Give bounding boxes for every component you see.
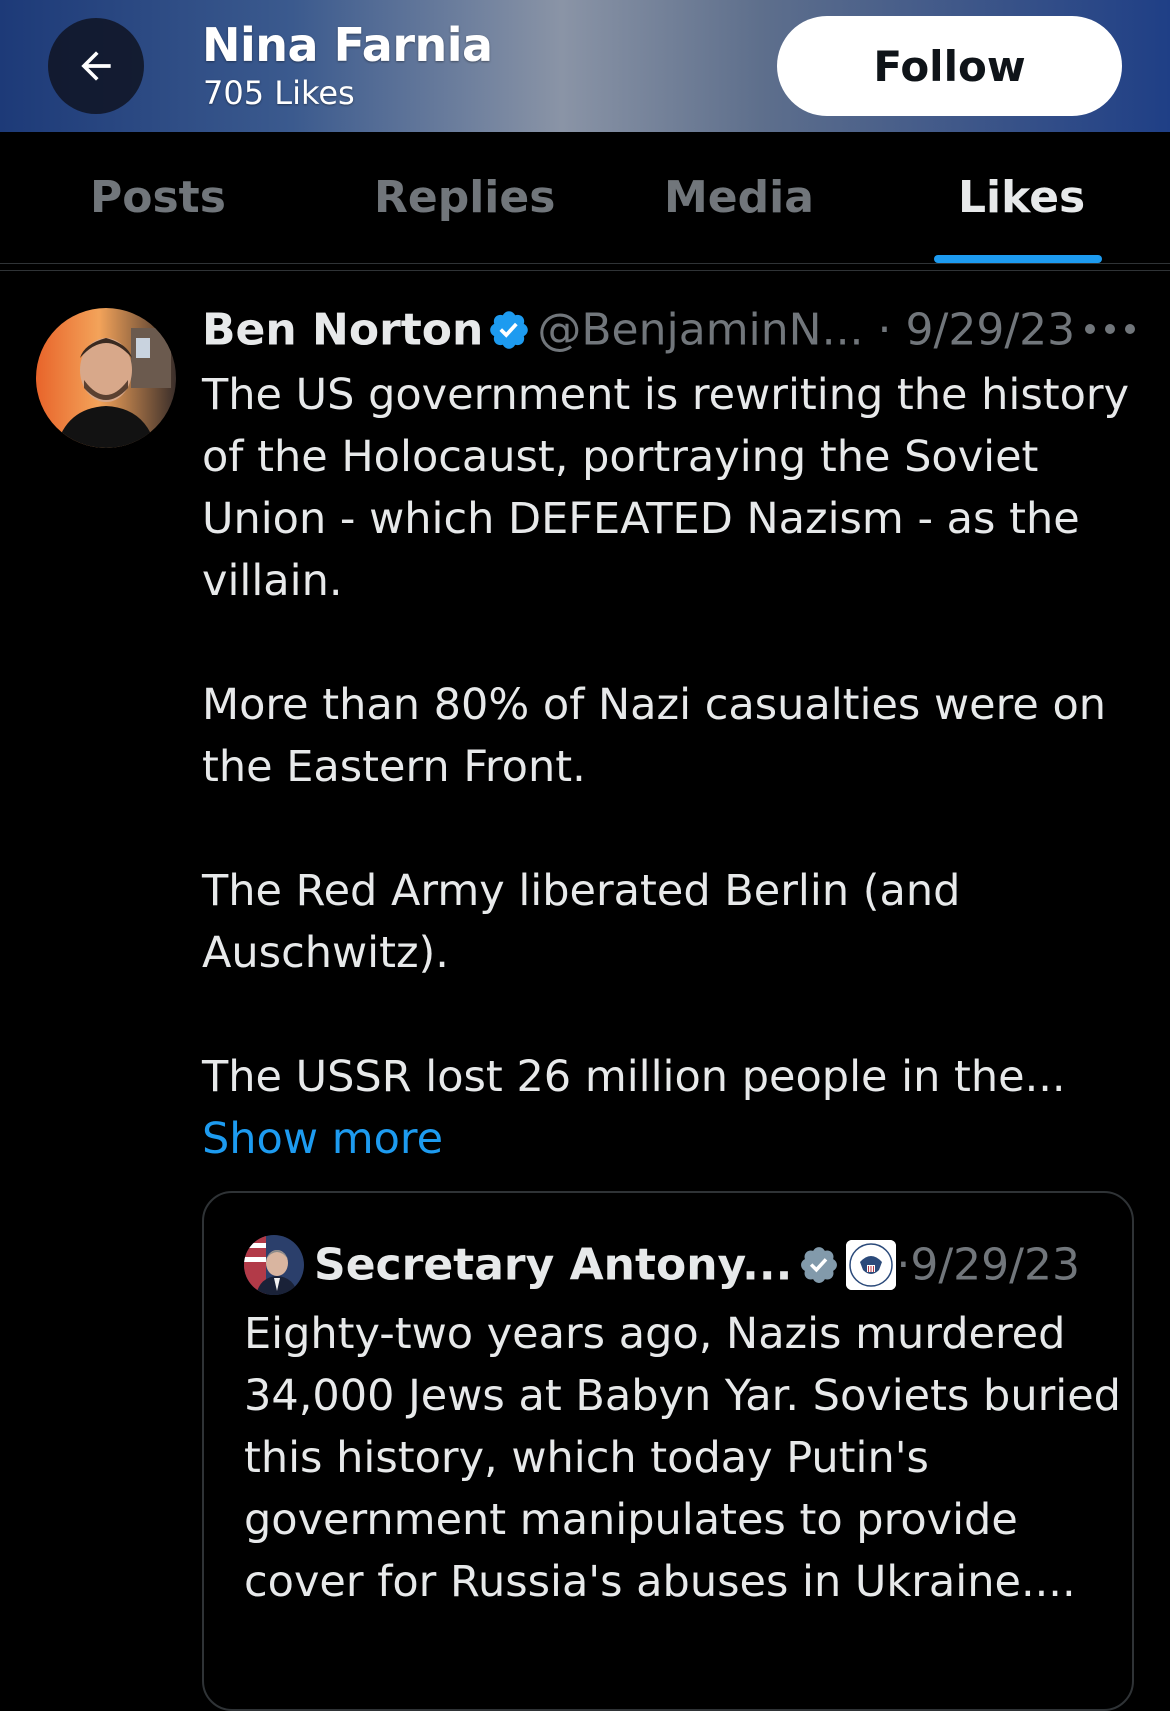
verified-badge-icon <box>490 311 529 349</box>
tweet-paragraph: More than 80% of Nazi casualties were on… <box>202 680 1107 792</box>
meta-separator: · <box>877 304 892 356</box>
quote-avatar-image <box>244 1235 304 1295</box>
quote-body: Eighty-two years ago, Nazis murdered 34,… <box>244 1309 1121 1607</box>
quoted-tweet[interactable]: Secretary Antony... ·9/29/23 Eighty-two … <box>202 1191 1134 1711</box>
quote-header: Secretary Antony... ·9/29/23 <box>244 1235 1104 1297</box>
profile-tabs: Posts Replies Media Likes <box>0 132 1170 264</box>
tweet-paragraph: The US government is rewriting the histo… <box>202 370 1130 606</box>
avatar-image <box>36 308 176 448</box>
truncated-text: The USSR lost 26 million people in the..… <box>202 1052 1066 1102</box>
tab-media[interactable]: Media <box>664 172 814 223</box>
arrow-left-icon <box>81 51 111 81</box>
divider <box>0 270 1170 271</box>
tweet-paragraph: The Red Army liberated Berlin (and Ausch… <box>202 866 961 978</box>
avatar[interactable] <box>36 308 176 448</box>
tab-posts[interactable]: Posts <box>90 172 226 223</box>
tab-replies[interactable]: Replies <box>374 172 555 223</box>
quote-date[interactable]: 9/29/23 <box>910 1240 1080 1291</box>
quote-author[interactable]: Secretary Antony... <box>314 1240 792 1291</box>
profile-header: Nina Farnia 705 Likes Follow <box>0 0 1170 132</box>
profile-name: Nina Farnia <box>202 18 493 72</box>
tweet-date[interactable]: 9/29/23 <box>906 305 1076 356</box>
tab-likes[interactable]: Likes <box>958 172 1085 223</box>
show-more-link[interactable]: Show more <box>202 1114 443 1164</box>
back-button[interactable] <box>48 18 144 114</box>
more-horizontal-icon[interactable] <box>1082 318 1138 340</box>
author-name[interactable]: Ben Norton <box>202 305 483 356</box>
active-tab-indicator <box>934 255 1102 263</box>
us-seal-icon <box>846 1240 897 1290</box>
author-handle[interactable]: @BenjaminN... <box>537 305 863 356</box>
quote-separator: · <box>896 1239 911 1291</box>
tweet-paragraph-truncated: The USSR lost 26 million people in the..… <box>202 1046 1142 1170</box>
tweet-body: The US government is rewriting the histo… <box>202 364 1142 1170</box>
tweet-header: Ben Norton @BenjaminN... · 9/29/23 <box>202 302 1132 362</box>
gray-check-icon <box>801 1247 838 1283</box>
likes-count: 705 Likes <box>203 74 355 112</box>
quote-avatar[interactable] <box>244 1235 304 1295</box>
follow-button[interactable]: Follow <box>777 16 1122 116</box>
